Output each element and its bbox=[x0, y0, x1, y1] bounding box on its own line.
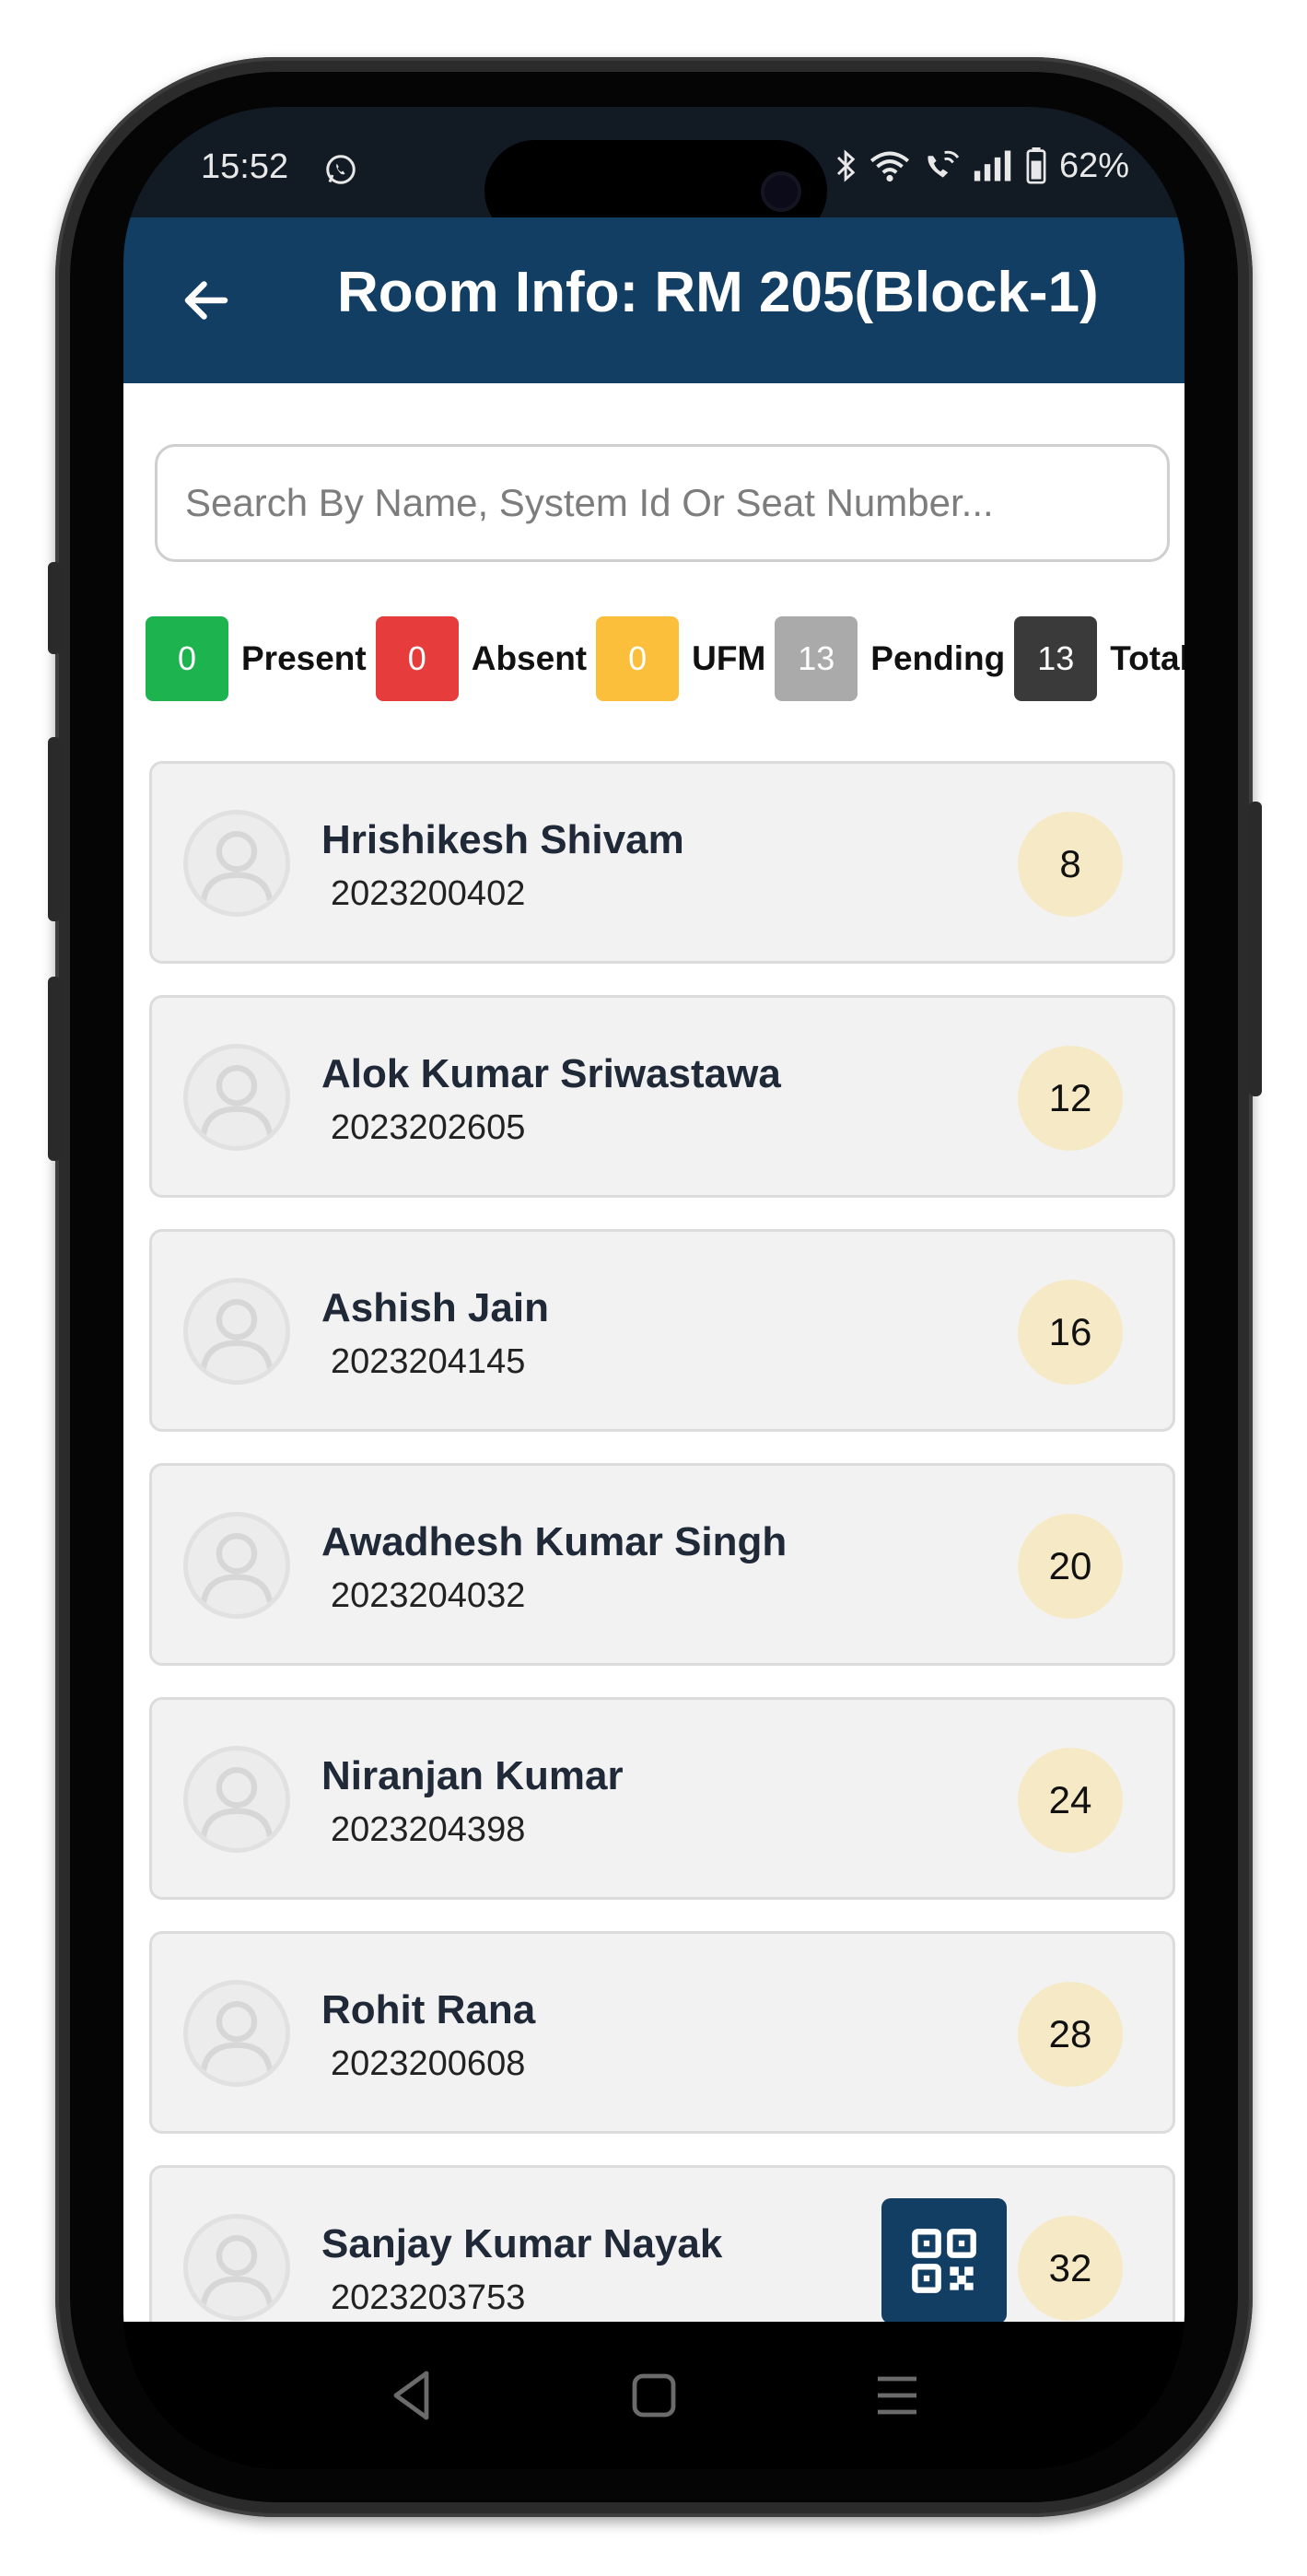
status-legend: 0 Present 0 Absent 0 UFM 13 Pending 13 Total bbox=[146, 615, 1184, 702]
legend-item-absent: 0 Absent bbox=[375, 616, 588, 701]
power-button bbox=[1249, 802, 1262, 1096]
legend-label: Pending bbox=[870, 639, 1006, 677]
volume-up-button bbox=[48, 737, 61, 921]
student-name: Awadhesh Kumar Singh bbox=[321, 1519, 788, 1564]
menu-lines-icon[interactable] bbox=[864, 2362, 930, 2429]
student-name: Niranjan Kumar bbox=[321, 1753, 624, 1798]
signal-icon bbox=[974, 150, 1011, 181]
avatar-icon bbox=[183, 1746, 290, 1853]
avatar-icon bbox=[183, 1278, 290, 1385]
legend-count: 0 bbox=[596, 616, 680, 701]
legend-item-present: 0 Present bbox=[146, 616, 367, 701]
seat-number-badge: 20 bbox=[1018, 1514, 1123, 1619]
student-system-id: 2023202605 bbox=[331, 1108, 526, 1147]
seat-number-badge: 24 bbox=[1018, 1748, 1123, 1853]
student-name: Hrishikesh Shivam bbox=[321, 817, 684, 862]
search-input[interactable] bbox=[155, 444, 1170, 562]
legend-count: 0 bbox=[375, 616, 459, 701]
student-card[interactable]: Awadhesh Kumar Singh 2023204032 20 bbox=[149, 1463, 1175, 1666]
student-name: Sanjay Kumar Nayak bbox=[321, 2221, 723, 2266]
legend-item-total: 13 Total bbox=[1014, 616, 1184, 701]
student-card[interactable]: Rohit Rana 2023200608 28 bbox=[149, 1931, 1175, 2134]
legend-label: Absent bbox=[471, 639, 588, 677]
student-name: Ashish Jain bbox=[321, 1285, 549, 1330]
seat-number-badge: 32 bbox=[1018, 2216, 1123, 2321]
arrow-left-icon[interactable] bbox=[179, 273, 234, 328]
avatar-icon bbox=[183, 1044, 290, 1151]
student-name: Rohit Rana bbox=[321, 1987, 536, 2032]
student-system-id: 2023203753 bbox=[331, 2278, 526, 2317]
seat-number-badge: 16 bbox=[1018, 1280, 1123, 1385]
seat-number-badge: 28 bbox=[1018, 1982, 1123, 2087]
seat-number-badge: 12 bbox=[1018, 1046, 1123, 1151]
page-title: Room Info: RM 205(Block-1) bbox=[337, 261, 1099, 324]
student-system-id: 2023204398 bbox=[331, 1810, 526, 1849]
status-time: 15:52 bbox=[201, 147, 289, 186]
student-card[interactable]: Alok Kumar Sriwastawa 2023202605 12 bbox=[149, 995, 1175, 1198]
student-system-id: 2023204032 bbox=[331, 1576, 526, 1615]
student-system-id: 2023200608 bbox=[331, 2044, 526, 2083]
whatsapp-icon bbox=[326, 155, 356, 184]
legend-count: 13 bbox=[1014, 616, 1098, 701]
battery-percent: 62% bbox=[1058, 146, 1129, 185]
front-camera bbox=[761, 171, 801, 212]
wifi-icon bbox=[869, 151, 909, 182]
avatar-icon bbox=[183, 810, 290, 917]
volume-down-button bbox=[48, 977, 61, 1161]
system-nav-bar bbox=[123, 2322, 1184, 2469]
avatar-icon bbox=[183, 1512, 290, 1619]
legend-count: 0 bbox=[146, 616, 228, 701]
qr-code-icon bbox=[912, 2229, 976, 2293]
avatar-icon bbox=[183, 1980, 290, 2087]
phone-screen: 15:52 62% Room Info: RM 205(Block-1) Sea… bbox=[123, 107, 1184, 2469]
main-content: 0Present0Absent0UFM13Pending13Total Hris… bbox=[123, 383, 1184, 2322]
back-triangle-icon[interactable] bbox=[379, 2362, 446, 2429]
legend-count: 13 bbox=[775, 616, 858, 701]
legend-label: Present bbox=[241, 639, 367, 677]
student-card[interactable]: Hrishikesh Shivam 2023200402 8 bbox=[149, 761, 1175, 964]
wifi-call-icon bbox=[928, 150, 960, 178]
legend-label: UFM bbox=[692, 639, 766, 677]
student-name: Alok Kumar Sriwastawa bbox=[321, 1051, 781, 1096]
battery-icon bbox=[1026, 147, 1046, 184]
student-card[interactable]: Ashish Jain 2023204145 16 bbox=[149, 1229, 1175, 1432]
seat-number-badge: 8 bbox=[1018, 812, 1123, 917]
mute-switch bbox=[48, 562, 61, 654]
student-system-id: 2023200402 bbox=[331, 874, 526, 913]
qr-scan-button[interactable] bbox=[881, 2198, 1007, 2324]
student-system-id: 2023204145 bbox=[331, 1342, 526, 1381]
student-card[interactable]: Niranjan Kumar 2023204398 24 bbox=[149, 1697, 1175, 1900]
status-bar: 15:52 62% bbox=[123, 107, 1184, 241]
legend-label: Total bbox=[1110, 639, 1184, 677]
app-bar: Room Info: RM 205(Block-1) bbox=[123, 217, 1184, 383]
bluetooth-icon bbox=[836, 149, 856, 182]
avatar-icon bbox=[183, 2214, 290, 2321]
legend-item-pending: 13 Pending bbox=[775, 616, 1005, 701]
legend-item-ufm: 0 UFM bbox=[596, 616, 765, 701]
home-square-icon[interactable] bbox=[621, 2362, 687, 2429]
student-list: Hrishikesh Shivam 2023200402 8 Alok Kumar S… bbox=[149, 761, 1175, 2322]
status-icons: 62% bbox=[836, 146, 1129, 185]
student-card[interactable]: Sanjay Kumar Nayak 2023203753 32 bbox=[149, 2165, 1175, 2322]
